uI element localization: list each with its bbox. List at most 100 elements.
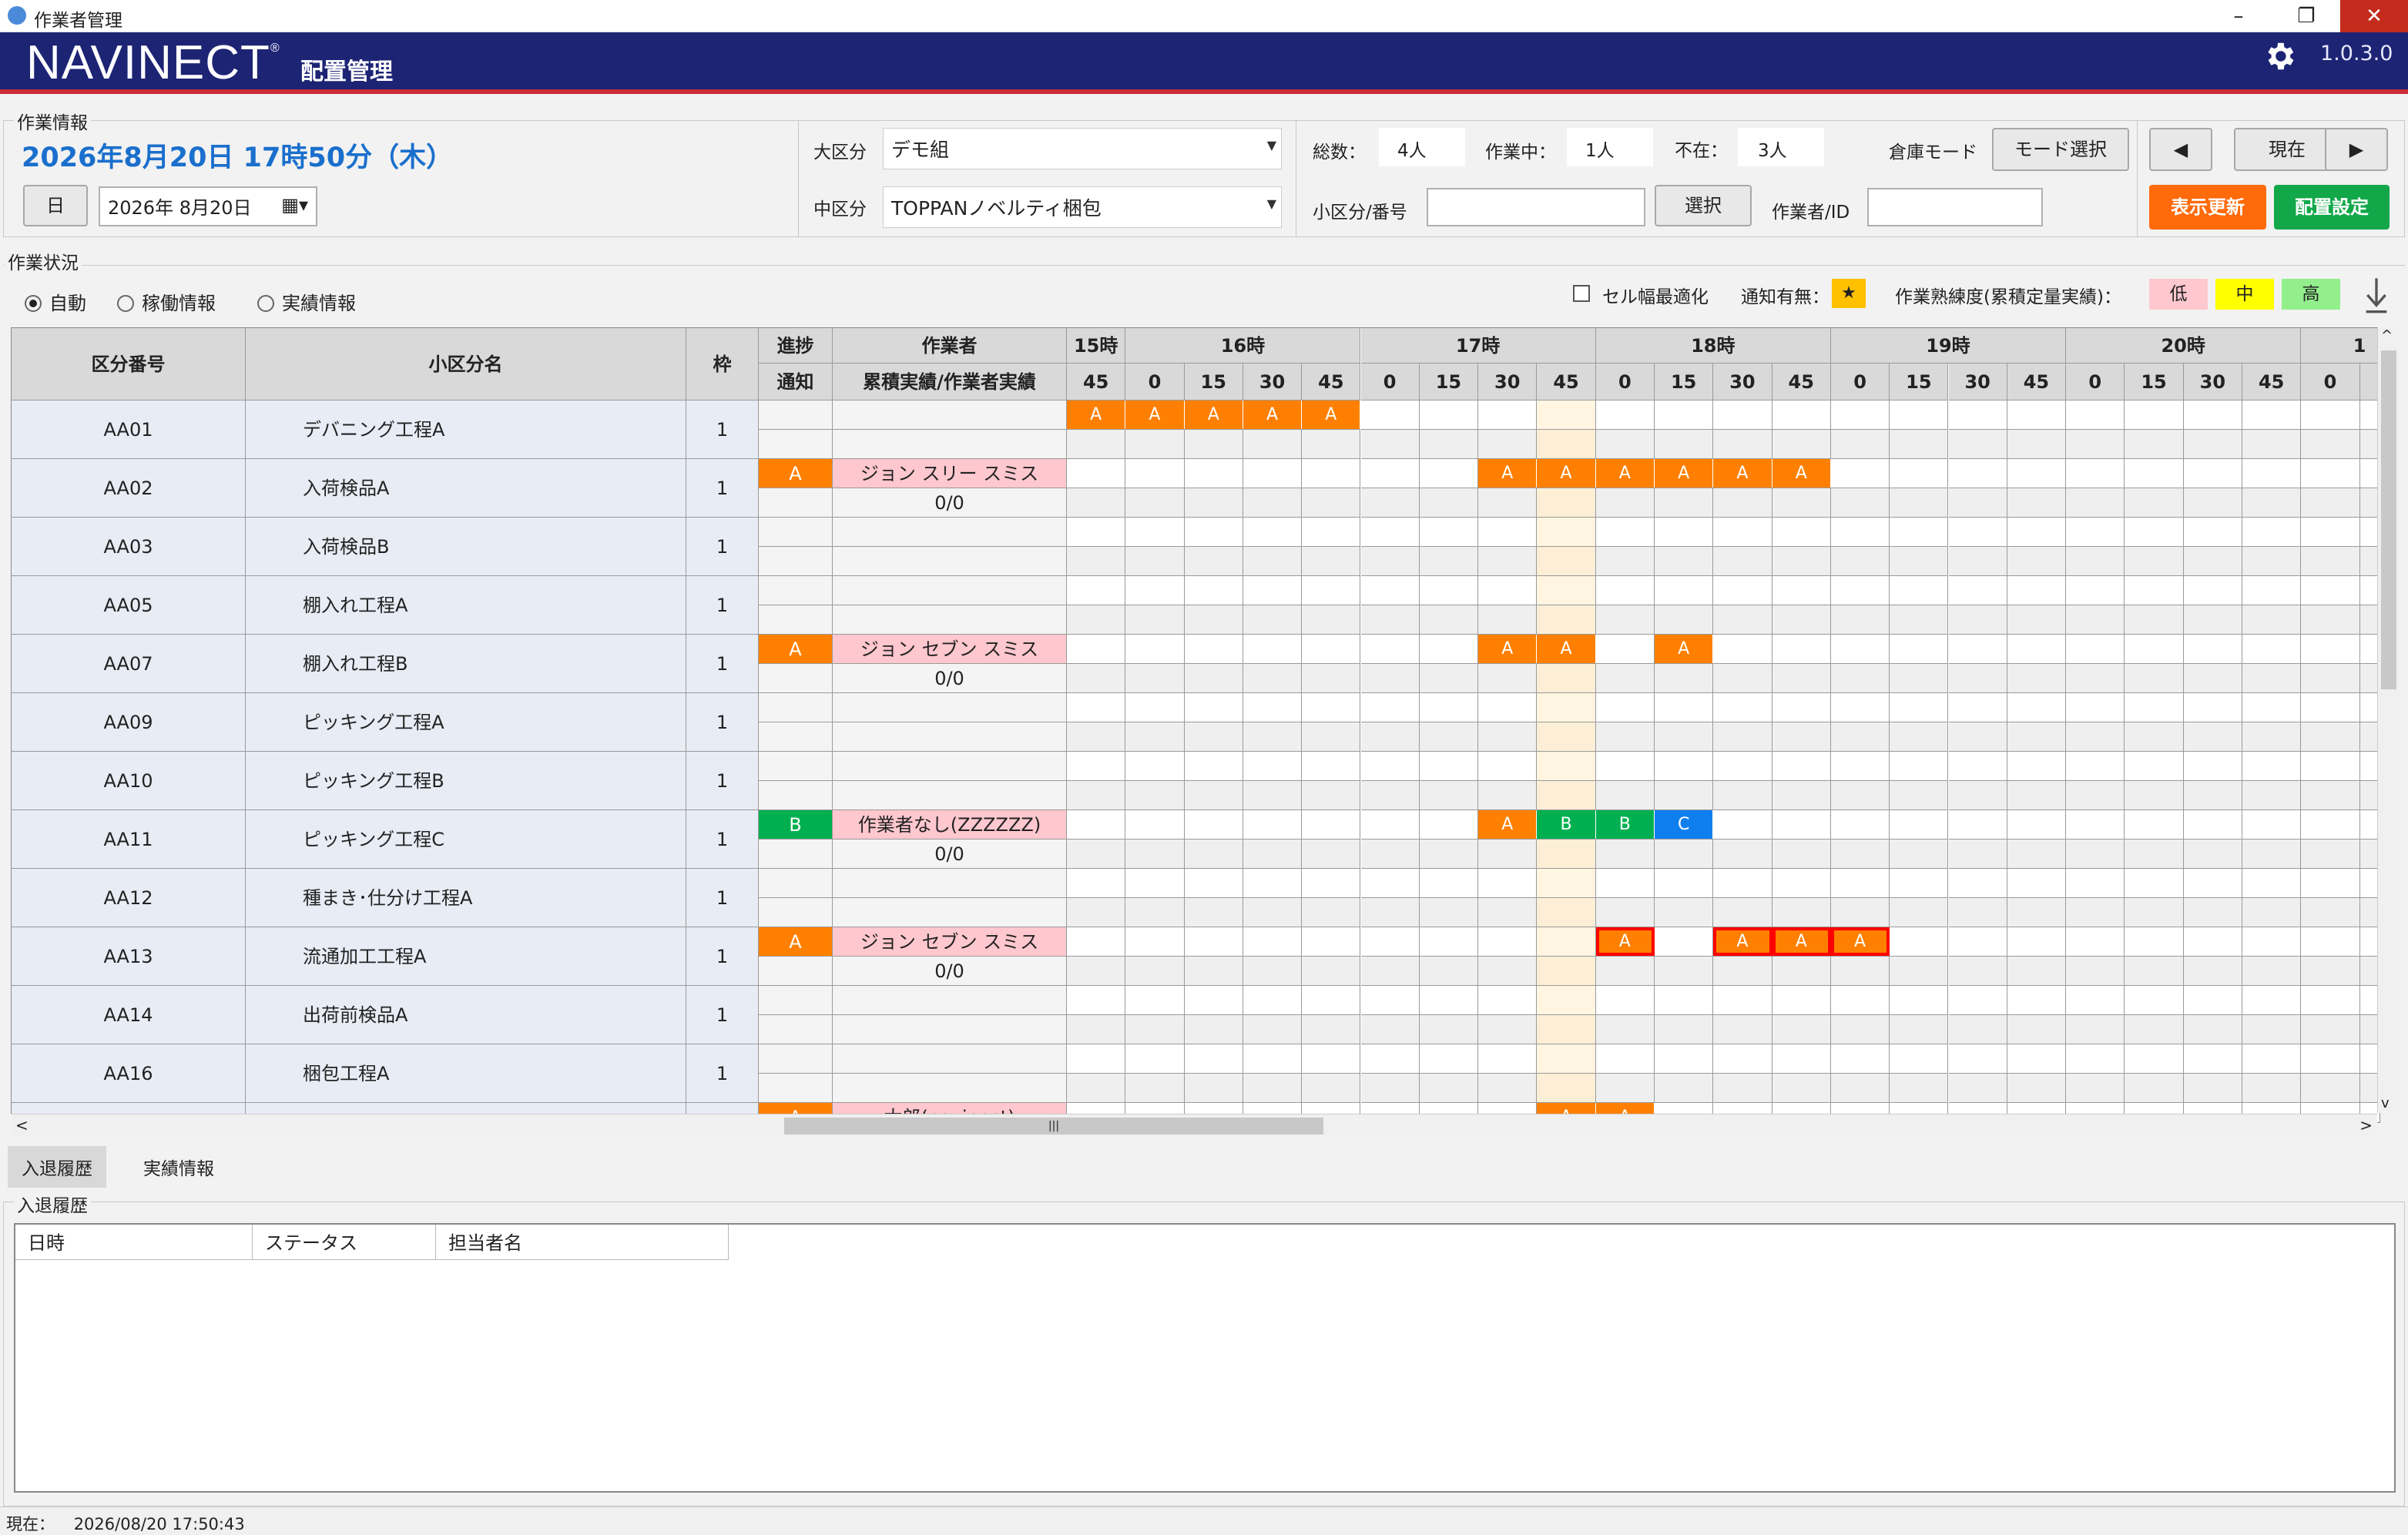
time-cell (1478, 1015, 1538, 1044)
calendar-icon[interactable]: ▦▾ (281, 194, 308, 216)
warehouse-mode-label: 倉庫モード (1889, 142, 1977, 163)
prev-button[interactable]: ◀ (2149, 128, 2212, 171)
schedule-mark[interactable]: B (1537, 810, 1596, 839)
schedule-mark[interactable]: A (1184, 401, 1243, 429)
grid-header-minute: 0 (1125, 364, 1185, 401)
time-cell (1830, 1074, 1890, 1103)
scroll-right-arrow[interactable]: > (2359, 1116, 2373, 1134)
time-cell (1537, 840, 1596, 869)
time-cell (1302, 518, 1361, 547)
brand-subtitle: 配置管理 (300, 59, 393, 85)
row-progress: A (759, 459, 833, 488)
row-worker: 作業者なし(ZZZZZZ) (833, 810, 1067, 840)
time-cell (1655, 664, 1714, 693)
schedule-mark[interactable]: A (1478, 459, 1538, 488)
time-cell (1595, 547, 1655, 576)
large-category-select[interactable]: デモ組 ▼ (883, 128, 1282, 169)
row-slot: 1 (686, 635, 759, 693)
minimize-button[interactable]: – (2205, 0, 2272, 32)
tab-results[interactable]: 実績情報 (129, 1146, 228, 1188)
schedule-mark[interactable]: A (1478, 810, 1538, 839)
refresh-button[interactable]: 表示更新 (2149, 185, 2266, 230)
schedule-mark[interactable]: A (1655, 459, 1714, 488)
assign-settings-button[interactable]: 配置設定 (2274, 185, 2390, 230)
schedule-mark[interactable]: A (1713, 927, 1772, 956)
scroll-up-arrow[interactable]: ^ (2381, 327, 2393, 344)
schedule-mark[interactable]: A (1243, 401, 1303, 429)
cell-width-fit-checkbox[interactable] (1573, 285, 1590, 302)
download-icon[interactable] (2363, 276, 2390, 314)
time-cell (1830, 1044, 1890, 1074)
schedule-mark[interactable]: A (1713, 459, 1772, 488)
history-col-person[interactable]: 担当者名 (436, 1225, 729, 1260)
time-cell (2007, 810, 2067, 840)
next-button[interactable]: ▶ (2325, 128, 2388, 171)
radio-auto[interactable]: 自動 (25, 288, 86, 315)
time-cell (2125, 518, 2184, 547)
schedule-mark[interactable]: A (1537, 635, 1596, 663)
scroll-down-arrow[interactable]: v (2381, 1095, 2390, 1111)
date-picker[interactable]: 2026年 8月20日 ▦▾ (99, 186, 317, 226)
grid-header-hour: 1 (2301, 328, 2379, 364)
time-cell (2242, 752, 2302, 781)
time-cell (1537, 518, 1596, 547)
mode-select-button[interactable]: モード選択 (1992, 128, 2129, 171)
close-button[interactable]: ✕ (2340, 0, 2408, 32)
row-code: AA09 (12, 693, 246, 752)
day-button[interactable]: 日 (23, 185, 88, 226)
time-cell (1890, 518, 1949, 547)
statusbar-time: 2026/08/20 17:50:43 (73, 1515, 245, 1533)
time-cell (1184, 898, 1243, 927)
select-button[interactable]: 選択 (1655, 185, 1752, 226)
row-cumulative (833, 722, 1067, 752)
vertical-scroll-thumb[interactable] (2381, 350, 2396, 689)
schedule-mark[interactable]: A (1478, 635, 1538, 663)
schedule-mark[interactable]: A (1772, 459, 1831, 488)
schedule-mark[interactable]: A (1772, 927, 1831, 956)
schedule-mark[interactable]: A (1537, 459, 1596, 488)
time-cell (1243, 635, 1303, 664)
radio-operation-info[interactable]: 稼働情報 (117, 288, 216, 315)
schedule-mark[interactable]: A (1655, 635, 1714, 663)
schedule-mark[interactable]: A (1067, 401, 1126, 429)
time-cell (1772, 1015, 1831, 1044)
time-cell (1067, 635, 1126, 664)
history-col-status[interactable]: ステータス (253, 1225, 436, 1260)
time-cell (1302, 722, 1361, 752)
mid-category-select[interactable]: TOPPANノベルティ梱包 ▼ (883, 186, 1282, 228)
history-col-datetime[interactable]: 日時 (15, 1225, 253, 1260)
schedule-mark[interactable]: A (1595, 927, 1655, 956)
time-cell (1360, 518, 1420, 547)
time-cell (2183, 547, 2242, 576)
restore-button[interactable]: ❐ (2272, 0, 2340, 32)
horizontal-scroll-thumb[interactable]: ||| (784, 1118, 1323, 1134)
time-cell (2066, 781, 2125, 810)
time-cell (1948, 869, 2007, 898)
gear-icon[interactable] (2262, 39, 2297, 74)
schedule-mark[interactable]: B (1595, 810, 1655, 839)
time-cell (2301, 1015, 2360, 1044)
horizontal-scrollbar[interactable]: < ||| > (11, 1114, 2377, 1137)
schedule-grid: 区分番号 小区分名枠進捗 通知 作業者 累積実績/作業者実績 15時 16時 17時 18時 19… (11, 327, 2380, 1123)
time-cell (1419, 722, 1479, 752)
small-category-input[interactable] (1427, 188, 1645, 226)
radio-result-info[interactable]: 実績情報 (257, 288, 356, 315)
time-cell (2007, 576, 2067, 605)
schedule-mark[interactable]: A (1302, 401, 1361, 429)
chevron-down-icon: ▼ (1266, 196, 1276, 211)
time-cell (1067, 840, 1126, 869)
row-cumulative (833, 1015, 1067, 1044)
schedule-mark[interactable]: A (1830, 927, 1890, 956)
schedule-mark[interactable]: C (1655, 810, 1714, 839)
worker-id-input[interactable] (1867, 188, 2043, 226)
time-cell (1713, 401, 1772, 430)
time-cell (1302, 898, 1361, 927)
schedule-mark[interactable]: A (1125, 401, 1185, 429)
schedule-mark[interactable]: A (1595, 459, 1655, 488)
time-cell (2125, 488, 2184, 518)
time-cell (2066, 430, 2125, 459)
vertical-scrollbar[interactable]: ^ v (2377, 327, 2400, 1113)
tab-entry-exit-history[interactable]: 入退履歴 (8, 1146, 106, 1188)
time-cell (1713, 430, 1772, 459)
scroll-left-arrow[interactable]: < (15, 1116, 29, 1134)
